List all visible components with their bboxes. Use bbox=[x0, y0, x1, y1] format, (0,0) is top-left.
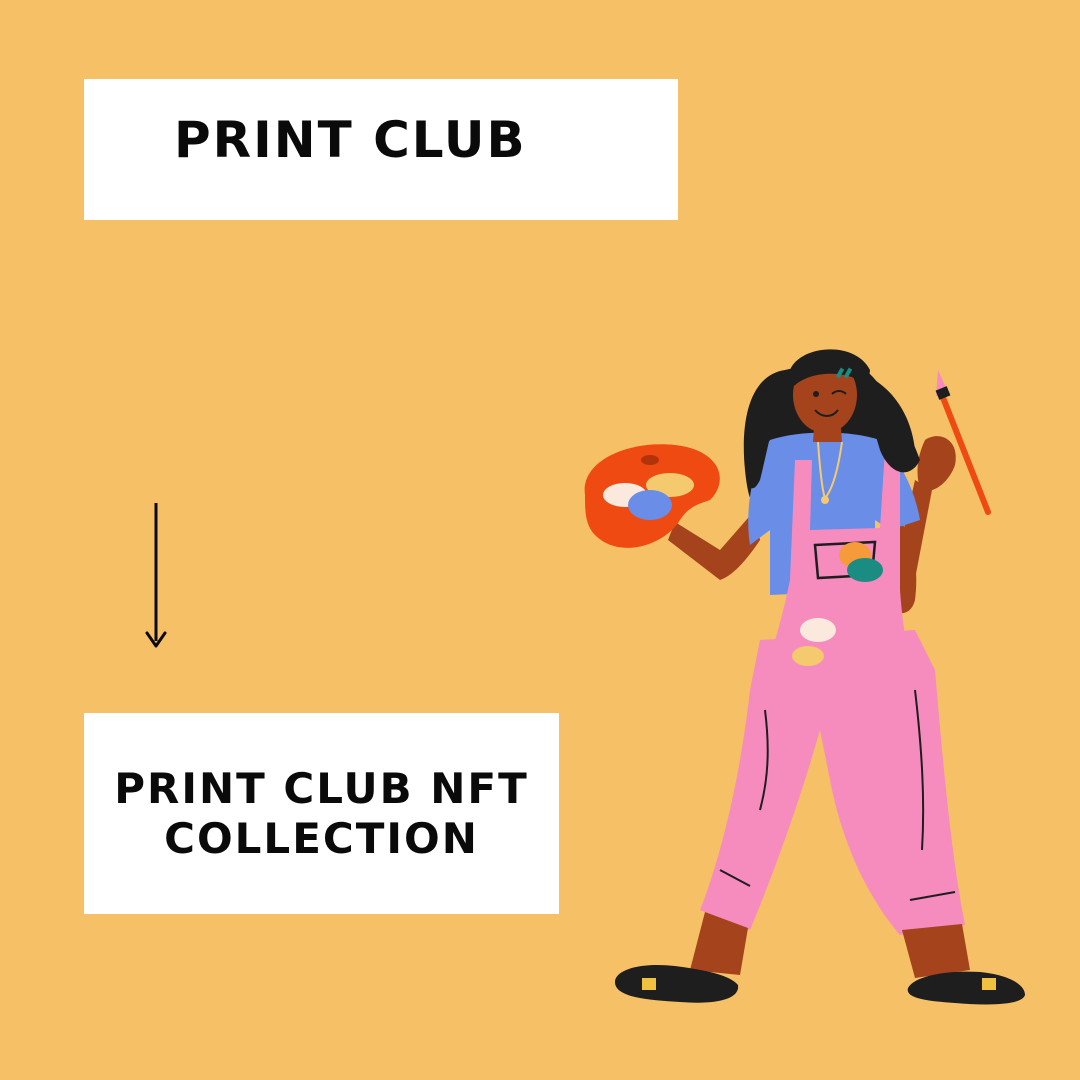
eye-left bbox=[813, 391, 819, 397]
right-sandal bbox=[907, 971, 1025, 1005]
nft-collection-title: PRINT CLUB NFT COLLECTION bbox=[114, 763, 529, 863]
print-club-card: PRINT CLUB bbox=[84, 79, 678, 220]
palette-blob-blue bbox=[628, 490, 672, 520]
palette-thumb-hole bbox=[641, 455, 659, 465]
paint-spot-yellow bbox=[792, 646, 824, 666]
right-leg bbox=[902, 924, 970, 978]
left-arm bbox=[668, 510, 760, 580]
painter-illustration bbox=[584, 349, 1025, 1005]
left-sandal-buckle bbox=[642, 978, 656, 990]
paint-spot-teal bbox=[847, 558, 883, 582]
right-hand bbox=[917, 436, 956, 491]
arrow-down-icon bbox=[145, 503, 167, 648]
nft-collection-card: PRINT CLUB NFT COLLECTION bbox=[84, 713, 559, 914]
paint-spot-cream bbox=[800, 618, 836, 642]
right-sandal-buckle bbox=[982, 978, 996, 990]
print-club-title: PRINT CLUB bbox=[174, 111, 527, 169]
necklace-pendant bbox=[821, 496, 829, 504]
